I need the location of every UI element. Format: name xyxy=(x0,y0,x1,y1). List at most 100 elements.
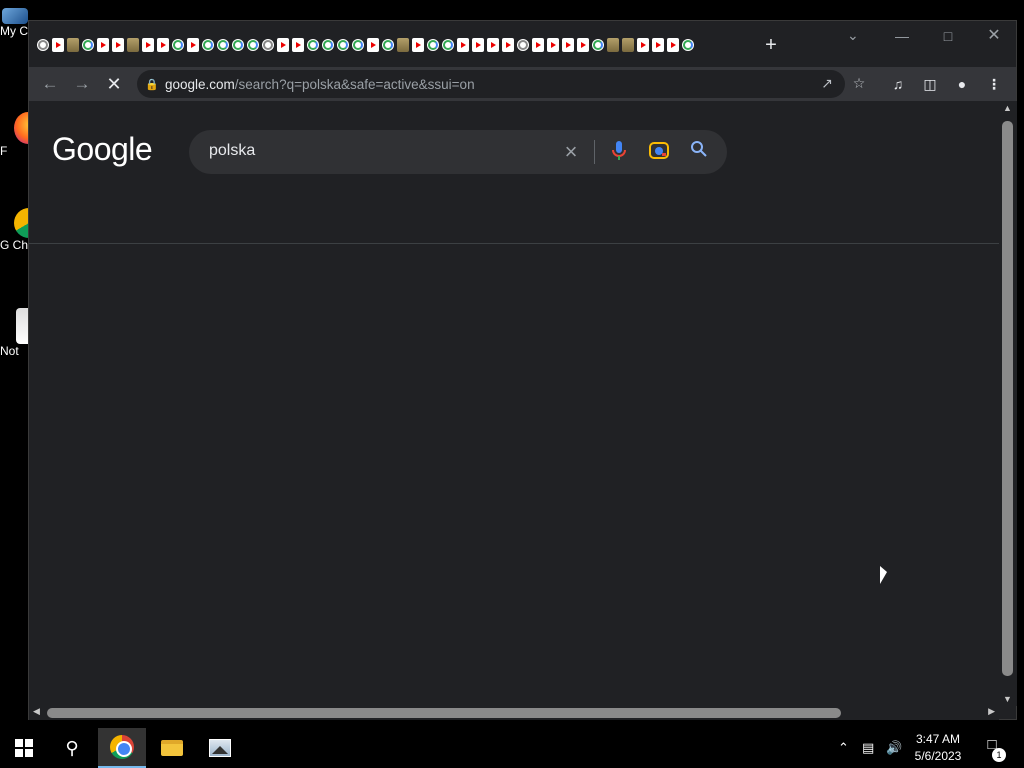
desktop-icon-notepad[interactable]: Not xyxy=(0,308,36,358)
tab-search-icon[interactable]: ⌄ xyxy=(847,27,859,44)
show-hidden-icons-chevron-icon[interactable]: ⌃ xyxy=(838,728,849,768)
youtube-tab-icon[interactable] xyxy=(97,38,109,52)
new-tab-button[interactable]: + xyxy=(761,35,781,55)
google-tab-icon[interactable] xyxy=(172,39,184,51)
bookmark-star-icon[interactable]: ☆ xyxy=(849,75,869,93)
image-tab-icon[interactable] xyxy=(67,38,79,52)
google-tab-icon[interactable] xyxy=(337,39,349,51)
youtube-tab-icon[interactable] xyxy=(142,38,154,52)
youtube-tab-icon[interactable] xyxy=(487,38,499,52)
loading-tab-icon[interactable] xyxy=(37,39,49,51)
desktop-icon-label: G Ch xyxy=(0,238,28,252)
youtube-tab-icon[interactable] xyxy=(547,38,559,52)
youtube-tab-icon[interactable] xyxy=(112,38,124,52)
microphone-icon[interactable] xyxy=(607,140,631,164)
scroll-down-icon[interactable]: ▼ xyxy=(1003,694,1012,704)
close-window-button[interactable]: ✕ xyxy=(979,25,1009,47)
lock-icon[interactable]: 🔒 xyxy=(137,78,165,91)
youtube-tab-icon[interactable] xyxy=(637,38,649,52)
search-icon[interactable] xyxy=(687,140,711,164)
stop-loading-button[interactable]: ✕ xyxy=(101,71,127,97)
windows-logo-icon xyxy=(15,739,33,757)
image-tab-icon[interactable] xyxy=(127,38,139,52)
youtube-tab-icon[interactable] xyxy=(52,38,64,52)
taskbar-file-explorer-button[interactable] xyxy=(148,728,196,768)
clear-icon[interactable]: × xyxy=(559,140,583,164)
url-host: google.com xyxy=(165,76,235,92)
google-tab-icon[interactable] xyxy=(352,39,364,51)
notification-center-icon[interactable]: □ 1 xyxy=(978,736,1006,762)
youtube-tab-icon[interactable] xyxy=(157,38,169,52)
google-tab-icon[interactable] xyxy=(592,39,604,51)
scroll-right-icon[interactable]: ▶ xyxy=(988,706,995,717)
google-tab-icon[interactable] xyxy=(202,39,214,51)
youtube-tab-icon[interactable] xyxy=(667,38,679,52)
forward-button[interactable]: → xyxy=(69,71,95,97)
youtube-tab-icon[interactable] xyxy=(562,38,574,52)
folder-icon xyxy=(161,740,183,756)
search-input[interactable]: polska xyxy=(209,142,255,160)
vertical-scrollbar[interactable]: ▲ ▼ xyxy=(999,101,1017,706)
volume-icon[interactable]: 🔊 xyxy=(886,728,902,768)
share-icon[interactable]: ↗ xyxy=(817,75,837,93)
youtube-tab-icon[interactable] xyxy=(367,38,379,52)
youtube-tab-icon[interactable] xyxy=(532,38,544,52)
youtube-tab-icon[interactable] xyxy=(652,38,664,52)
network-icon[interactable]: ▤ xyxy=(862,728,874,768)
google-tab-icon[interactable] xyxy=(217,39,229,51)
youtube-tab-icon[interactable] xyxy=(472,38,484,52)
camera-lens-icon[interactable] xyxy=(647,140,671,164)
horizontal-scroll-thumb[interactable] xyxy=(47,708,841,718)
google-tab-icon[interactable] xyxy=(232,39,244,51)
lens-glyph xyxy=(649,142,669,159)
scroll-up-icon[interactable]: ▲ xyxy=(1003,103,1012,113)
menu-kebab-icon[interactable]: ⋮ xyxy=(984,74,1004,94)
youtube-tab-icon[interactable] xyxy=(187,38,199,52)
desktop-icon-chrome[interactable]: G Ch xyxy=(0,208,44,252)
google-tab-icon[interactable] xyxy=(382,39,394,51)
magnifier-glyph xyxy=(691,141,707,157)
start-button[interactable] xyxy=(0,728,48,768)
vertical-scroll-thumb[interactable] xyxy=(1002,121,1013,676)
taskbar-search-icon[interactable]: ⚲ xyxy=(48,728,96,768)
taskbar-chrome-button[interactable] xyxy=(98,728,146,768)
photos-icon xyxy=(209,739,231,757)
microphone-glyph xyxy=(612,141,626,160)
taskbar-photos-button[interactable] xyxy=(196,728,244,768)
google-tab-icon[interactable] xyxy=(322,39,334,51)
side-panel-icon[interactable]: ◫ xyxy=(920,74,940,94)
youtube-tab-icon[interactable] xyxy=(577,38,589,52)
youtube-tab-icon[interactable] xyxy=(412,38,424,52)
scroll-left-icon[interactable]: ◀ xyxy=(33,706,40,717)
back-button[interactable]: ← xyxy=(37,71,63,97)
image-tab-icon[interactable] xyxy=(607,38,619,52)
desktop-icon-my-computer[interactable]: My C xyxy=(0,8,28,38)
minimize-button[interactable]: — xyxy=(887,25,917,47)
loading-tab-icon[interactable] xyxy=(517,39,529,51)
page-content: Google polska × xyxy=(29,101,999,706)
google-tab-icon[interactable] xyxy=(682,39,694,51)
image-tab-icon[interactable] xyxy=(397,38,409,52)
google-logo[interactable]: Google xyxy=(52,131,153,168)
desktop-icon-firefox[interactable]: F xyxy=(0,112,42,158)
address-bar[interactable]: 🔒 google.com/search?q=polska&safe=active… xyxy=(137,70,865,98)
youtube-tab-icon[interactable] xyxy=(457,38,469,52)
image-tab-icon[interactable] xyxy=(622,38,634,52)
youtube-tab-icon[interactable] xyxy=(277,38,289,52)
google-tab-icon[interactable] xyxy=(427,39,439,51)
maximize-button[interactable]: □ xyxy=(933,25,963,47)
google-tab-icon[interactable] xyxy=(82,39,94,51)
google-tab-icon[interactable] xyxy=(307,39,319,51)
google-tab-icon[interactable] xyxy=(442,39,454,51)
url-path: /search?q=polska&safe=active&ssui=on xyxy=(234,76,475,92)
horizontal-scrollbar[interactable]: ◀ ▶ xyxy=(29,706,999,720)
youtube-tab-icon[interactable] xyxy=(502,38,514,52)
search-box[interactable]: polska × xyxy=(189,130,727,174)
youtube-tab-icon[interactable] xyxy=(292,38,304,52)
media-control-icon[interactable]: ♫ xyxy=(888,74,908,94)
google-tab-icon[interactable] xyxy=(247,39,259,51)
system-clock[interactable]: 3:47 AM 5/6/2023 xyxy=(910,731,966,765)
tab-strip: + ⌄ — □ ✕ xyxy=(29,21,1016,67)
loading-tab-icon[interactable] xyxy=(262,39,274,51)
profile-icon[interactable]: ● xyxy=(952,74,972,94)
